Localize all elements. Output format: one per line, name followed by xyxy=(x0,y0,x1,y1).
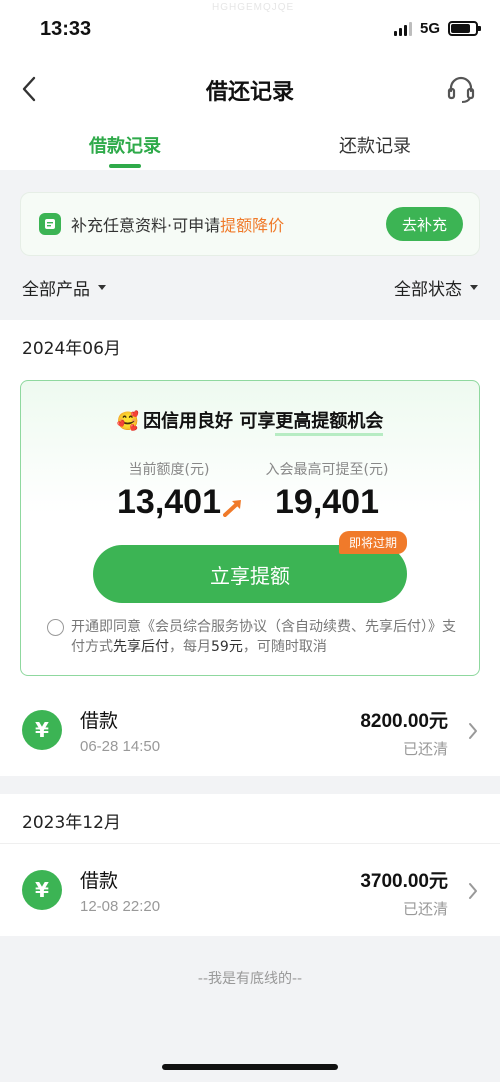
product-filter[interactable]: 全部产品 xyxy=(22,275,106,300)
status-filter[interactable]: 全部状态 xyxy=(394,275,478,300)
supplement-banner[interactable]: 补充任意资料·可申请提额降价 去补充 xyxy=(20,192,480,256)
watermark: HGHGEMQJQE xyxy=(212,2,295,13)
banner-text-highlight: 提额降价 xyxy=(220,216,285,235)
agreement-part: ，每月 xyxy=(169,639,211,655)
member-quota: 入会最高可提至(元) 19,401 xyxy=(247,459,407,522)
agreement-text: 开通即同意《会员综合服务协议（含自动续费、先享后付）》支付方式先享后付，每月59… xyxy=(47,617,461,657)
record-status: 已还清 xyxy=(402,740,448,758)
customer-service-button[interactable] xyxy=(444,72,478,106)
arrow-up-right-icon xyxy=(223,500,241,517)
header: 13:33 HGHGEMQJQE 5G 借还记录 借款记录 还款记录 xyxy=(0,0,500,170)
record-title: 借款 xyxy=(80,870,119,892)
record-time: 06-28 14:50 xyxy=(80,738,161,755)
chevron-right-icon xyxy=(469,723,477,739)
promo-title-highlight: 更高提额机会 xyxy=(275,411,384,436)
agreement-part: 59元 xyxy=(211,639,243,655)
smile-emoji-icon: 🥰 xyxy=(116,411,140,432)
promo-card: 🥰 因信用良好 可享更高提额机会 当前额度(元) 13,401 入会最高可提至(元… xyxy=(20,380,480,676)
status-time: 13:33 xyxy=(40,18,92,40)
yuan-icon: ¥ xyxy=(22,710,62,750)
quota-row: 当前额度(元) 13,401 入会最高可提至(元) 19,401 xyxy=(21,459,479,529)
current-quota: 当前额度(元) 13,401 xyxy=(99,459,239,522)
loan-record[interactable]: ¥ 借款 06-28 14:50 8200.00元 已还清 xyxy=(0,686,500,776)
agree-radio[interactable] xyxy=(47,619,64,636)
tab-borrow-records[interactable]: 借款记录 xyxy=(0,126,250,170)
record-amount: 3700.00元 xyxy=(360,871,448,892)
month-section: 2024年06月 🥰 因信用良好 可享更高提额机会 当前额度(元) 13,401 … xyxy=(0,320,500,776)
record-status: 已还清 xyxy=(402,900,448,918)
battery-icon xyxy=(448,21,481,36)
status-indicators: 5G xyxy=(393,20,481,37)
headset-icon xyxy=(447,76,475,103)
current-quota-label: 当前额度(元) xyxy=(128,462,210,478)
status-filter-label: 全部状态 xyxy=(394,279,462,300)
home-indicator[interactable] xyxy=(162,1064,338,1070)
record-tabs: 借款记录 还款记录 xyxy=(0,126,500,170)
month-label: 2024年06月 xyxy=(22,339,121,359)
month-section: 2023年12月 ¥ 借款 12-08 22:20 3700.00元 已还清 xyxy=(0,794,500,936)
month-label: 2023年12月 xyxy=(0,794,500,844)
expiring-badge: 即将过期 xyxy=(338,531,407,554)
raise-quota-button[interactable]: 立享提额 即将过期 xyxy=(93,531,407,603)
member-quota-label: 入会最高可提至(元) xyxy=(265,462,389,478)
navbar: 借还记录 xyxy=(0,64,500,114)
document-icon xyxy=(39,213,61,235)
page-title: 借还记录 xyxy=(205,80,294,105)
agreement-part: 先享后付 xyxy=(113,639,169,655)
record-title: 借款 xyxy=(80,710,119,732)
banner-text-prefix: 补充任意资料·可申请 xyxy=(71,216,221,235)
promo-title: 🥰 因信用良好 可享更高提额机会 xyxy=(21,407,479,436)
raise-quota-label: 立享提额 xyxy=(210,563,290,588)
network-type: 5G xyxy=(419,20,440,37)
supplement-button[interactable]: 去补充 xyxy=(385,207,463,241)
loan-record[interactable]: ¥ 借款 12-08 22:20 3700.00元 已还清 xyxy=(0,846,500,936)
promo-title-prefix: 因信用良好 可享 xyxy=(143,411,276,432)
filter-bar: 全部产品 全部状态 xyxy=(22,272,478,302)
current-quota-value: 13,401 xyxy=(117,483,221,521)
caret-down-icon xyxy=(98,284,106,290)
agreement-part: ，可随时取消 xyxy=(242,639,327,655)
status-bar: 13:33 HGHGEMQJQE 5G xyxy=(0,0,500,64)
banner-text: 补充任意资料·可申请提额降价 xyxy=(71,212,386,236)
product-filter-label: 全部产品 xyxy=(22,279,90,300)
caret-down-icon xyxy=(470,284,478,290)
signal-icon xyxy=(393,21,412,36)
tab-repay-records[interactable]: 还款记录 xyxy=(250,126,500,170)
yuan-icon: ¥ xyxy=(22,870,62,910)
chevron-right-icon xyxy=(469,883,477,899)
record-amount: 8200.00元 xyxy=(360,711,448,732)
record-time: 12-08 22:20 xyxy=(80,898,161,915)
member-quota-value: 19,401 xyxy=(275,483,379,521)
end-of-list-note: --我是有底线的-- xyxy=(197,971,303,987)
